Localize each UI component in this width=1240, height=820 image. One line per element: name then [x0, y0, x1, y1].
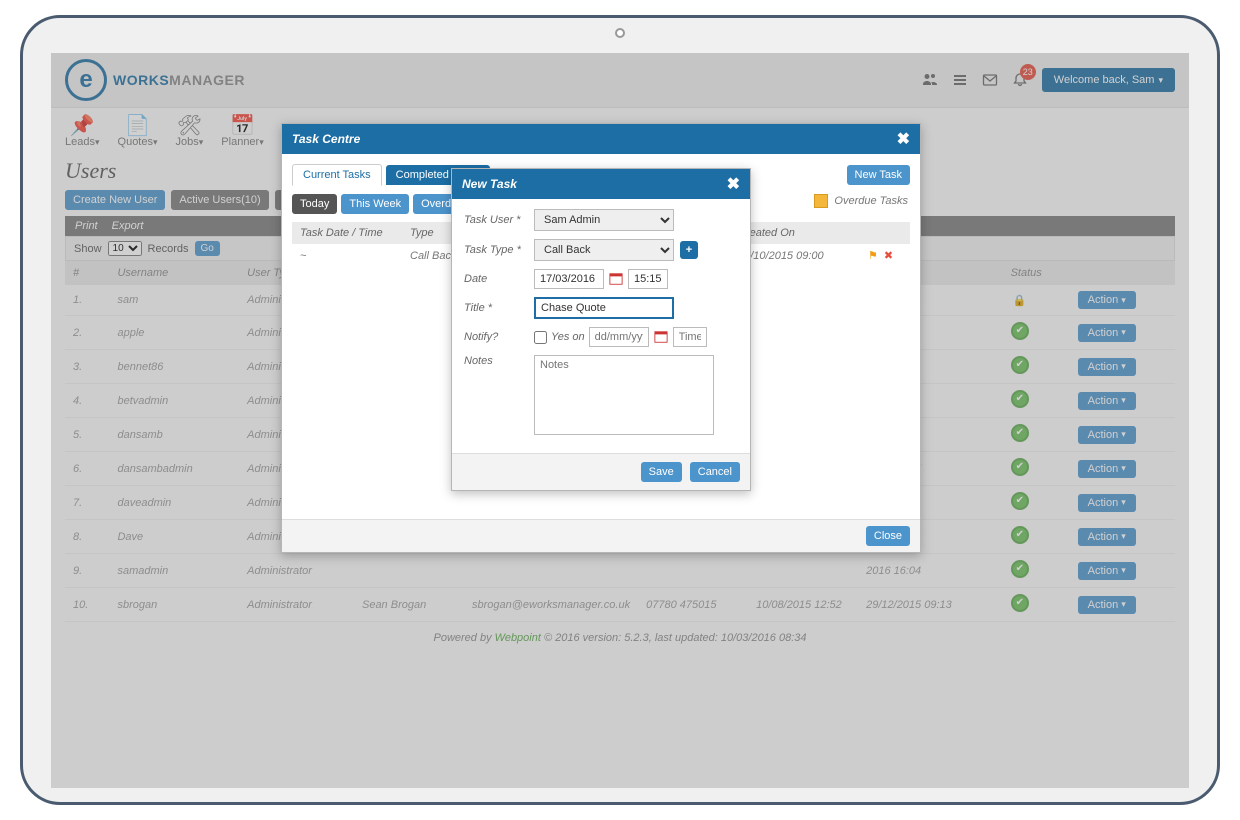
- task-time-input[interactable]: [628, 269, 668, 289]
- notify-date-input[interactable]: [589, 327, 649, 347]
- calendar-icon[interactable]: [608, 271, 624, 287]
- task-user-select[interactable]: Sam Admin: [534, 209, 674, 231]
- new-task-title: New Task: [462, 177, 517, 191]
- task-date-input[interactable]: [534, 269, 604, 289]
- save-button[interactable]: Save: [641, 462, 682, 482]
- yes-on-label: Yes on: [551, 331, 585, 343]
- task-type-select[interactable]: Call Back: [534, 239, 674, 261]
- delete-icon[interactable]: ✖: [884, 249, 893, 262]
- flag-icon[interactable]: ⚑: [868, 249, 878, 262]
- tablet-camera: [615, 28, 625, 38]
- col-task-datetime[interactable]: Task Date / Time: [292, 222, 402, 244]
- notes-textarea[interactable]: [534, 355, 714, 435]
- task-type-label: Task Type *: [464, 244, 534, 256]
- task-title-input[interactable]: [534, 297, 674, 319]
- task-title-label: Title *: [464, 302, 534, 314]
- task-user-label: Task User *: [464, 214, 534, 226]
- task-centre-close-button[interactable]: Close: [866, 526, 910, 546]
- add-task-type-button[interactable]: +: [680, 241, 698, 259]
- filter-today[interactable]: Today: [292, 194, 337, 214]
- notes-label: Notes: [464, 355, 534, 367]
- cancel-button[interactable]: Cancel: [690, 462, 740, 482]
- new-task-button[interactable]: New Task: [847, 165, 910, 185]
- new-task-modal: New Task ✖ Task User * Sam Admin Task Ty…: [451, 168, 751, 491]
- tab-current-tasks[interactable]: Current Tasks: [292, 164, 382, 186]
- task-centre-title: Task Centre: [292, 132, 360, 146]
- overdue-legend: Overdue Tasks: [814, 194, 908, 208]
- task-centre-close-icon[interactable]: ✖: [897, 129, 910, 149]
- notify-label: Notify?: [464, 331, 534, 343]
- notify-checkbox[interactable]: [534, 331, 547, 344]
- task-date-label: Date: [464, 273, 534, 285]
- legend-swatch-icon: [814, 194, 828, 208]
- filter-this-week[interactable]: This Week: [341, 194, 409, 214]
- notify-time-input[interactable]: [673, 327, 707, 347]
- new-task-close-icon[interactable]: ✖: [727, 174, 740, 194]
- calendar-icon[interactable]: [653, 329, 669, 345]
